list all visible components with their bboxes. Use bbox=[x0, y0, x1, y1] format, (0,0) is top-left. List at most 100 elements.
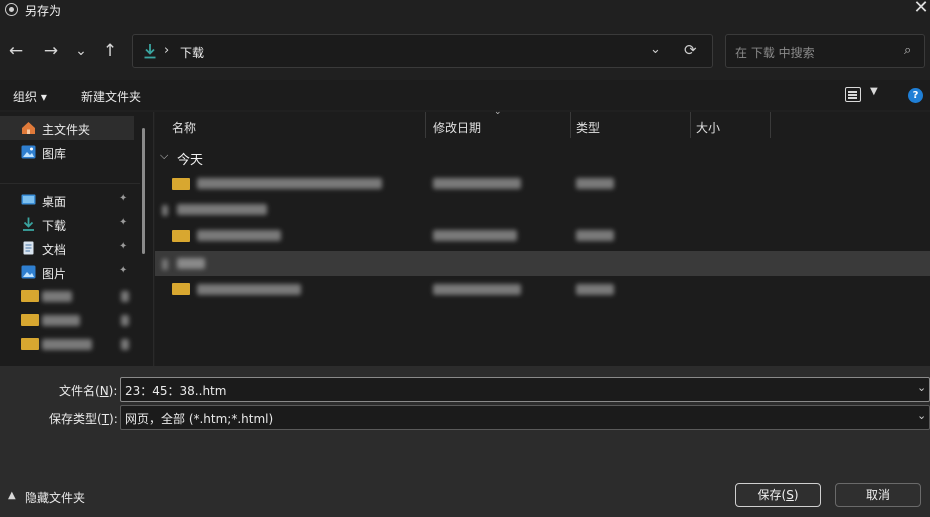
column-header-name[interactable]: 名称 bbox=[172, 119, 196, 136]
sidebar-item-label: 文档 bbox=[42, 243, 67, 257]
folder-icon bbox=[172, 178, 190, 190]
redacted-date bbox=[433, 178, 521, 189]
home-icon bbox=[22, 122, 35, 134]
file-list[interactable]: 名称 修改日期 ⌄ 类型 大小 ⌵ 今天 bbox=[155, 107, 930, 366]
pin-icon: ✦ bbox=[119, 265, 128, 276]
redacted-group-label bbox=[177, 258, 205, 269]
filename-value[interactable]: 23：45：38..htm bbox=[125, 382, 226, 399]
redacted-type bbox=[576, 230, 614, 241]
address-dropdown-button[interactable]: ⌄ bbox=[650, 42, 661, 57]
column-header-size[interactable]: 大小 bbox=[696, 119, 720, 136]
download-icon bbox=[23, 217, 34, 231]
redacted-label bbox=[42, 339, 92, 350]
pin-icon: ✦ bbox=[119, 193, 128, 204]
redacted-label bbox=[42, 315, 80, 326]
sidebar-scrollbar[interactable] bbox=[142, 128, 145, 254]
group-header-selected[interactable] bbox=[155, 251, 930, 276]
breadcrumb-location[interactable]: 下载 bbox=[180, 44, 204, 61]
sort-caret-icon: ⌄ bbox=[494, 107, 502, 117]
document-icon bbox=[23, 241, 34, 255]
sidebar-item-pictures[interactable]: 图片 ✦ bbox=[0, 260, 134, 284]
redacted-type bbox=[576, 284, 614, 295]
sidebar-item-label: 主文件夹 bbox=[42, 123, 91, 137]
close-button[interactable]: ✕ bbox=[912, 0, 930, 18]
app-icon bbox=[5, 3, 18, 16]
save-button[interactable]: 保存(S) bbox=[735, 483, 821, 507]
address-bar[interactable]: › 下载 ⌄ ⟳ bbox=[132, 34, 713, 68]
pin-icon bbox=[121, 315, 129, 326]
sidebar-item-label: 桌面 bbox=[42, 195, 67, 209]
pin-icon bbox=[121, 339, 129, 350]
download-icon bbox=[144, 44, 156, 59]
help-icon[interactable]: ? bbox=[908, 88, 923, 103]
folder-icon bbox=[21, 314, 39, 326]
organize-menu[interactable]: 组织 ▾ bbox=[13, 88, 47, 105]
redacted-date bbox=[433, 230, 517, 241]
redacted-name bbox=[197, 178, 382, 189]
sidebar-item-label: 下载 bbox=[42, 219, 67, 233]
cancel-button[interactable]: 取消 bbox=[835, 483, 921, 507]
filetype-label: 保存类型(T): bbox=[49, 412, 118, 426]
filename-label: 文件名(N): bbox=[59, 384, 118, 398]
new-folder-button[interactable]: 新建文件夹 bbox=[81, 88, 141, 105]
navigation-pane: 主文件夹 图库 桌面 ✦ 下载 ✦ 文档 ✦ 图片 ✦ bbox=[0, 112, 154, 366]
chevron-up-icon[interactable]: ▲ bbox=[8, 490, 16, 501]
folder-icon bbox=[172, 230, 190, 242]
search-box[interactable]: 在 下载 中搜索 ⌕ bbox=[725, 34, 925, 68]
sidebar-item-home[interactable]: 主文件夹 bbox=[0, 116, 134, 140]
column-header-type[interactable]: 类型 bbox=[576, 119, 600, 136]
forward-button[interactable]: → bbox=[40, 40, 62, 62]
sidebar-item-redacted-folder[interactable] bbox=[0, 308, 134, 332]
up-button[interactable]: ↑ bbox=[99, 40, 121, 62]
group-collapse-icon bbox=[162, 205, 168, 216]
sidebar-item-documents[interactable]: 文档 ✦ bbox=[0, 236, 134, 260]
pin-icon: ✦ bbox=[119, 241, 128, 252]
sidebar-item-desktop[interactable]: 桌面 ✦ bbox=[0, 188, 134, 212]
chevron-down-icon[interactable]: ⌄ bbox=[917, 381, 926, 394]
title-bar: 另存为 ✕ bbox=[0, 0, 930, 20]
column-header-modified[interactable]: 修改日期 bbox=[433, 119, 481, 136]
chevron-down-icon[interactable]: ⌄ bbox=[917, 409, 926, 422]
column-separator[interactable] bbox=[425, 112, 426, 138]
column-separator[interactable] bbox=[770, 112, 771, 138]
filename-field[interactable]: 23：45：38..htm ⌄ bbox=[120, 377, 930, 402]
column-separator[interactable] bbox=[570, 112, 571, 138]
filetype-select[interactable]: 网页，全部 (*.htm;*.html) ⌄ bbox=[120, 405, 930, 430]
search-placeholder: 在 下载 中搜索 bbox=[735, 46, 815, 60]
hide-folders-toggle[interactable]: 隐藏文件夹 bbox=[25, 489, 85, 506]
folder-icon bbox=[21, 290, 39, 302]
redacted-type bbox=[576, 178, 614, 189]
sidebar-item-label: 图库 bbox=[42, 147, 67, 161]
folder-icon bbox=[172, 283, 190, 295]
sidebar-item-downloads[interactable]: 下载 ✦ bbox=[0, 212, 134, 236]
search-icon: ⌕ bbox=[904, 43, 912, 58]
sidebar-item-gallery[interactable]: 图库 bbox=[0, 140, 134, 164]
view-details-icon[interactable] bbox=[845, 87, 861, 102]
view-options-caret-icon[interactable]: ▼ bbox=[870, 86, 878, 97]
sidebar-divider bbox=[0, 183, 140, 184]
redacted-name bbox=[197, 230, 281, 241]
breadcrumb-separator: › bbox=[164, 43, 170, 58]
window-title: 另存为 bbox=[25, 4, 62, 18]
desktop-icon bbox=[21, 194, 36, 205]
command-bar: 组织 ▾ 新建文件夹 ▼ ? bbox=[0, 80, 930, 110]
recent-locations-button[interactable]: ⌄ bbox=[70, 40, 92, 62]
save-as-dialog: 另存为 ✕ ← → ⌄ ↑ › 下载 ⌄ ⟳ 在 下载 中搜索 ⌕ 组织 ▾ 新… bbox=[0, 0, 930, 517]
pictures-icon bbox=[21, 265, 36, 279]
column-separator[interactable] bbox=[690, 112, 691, 138]
refresh-button[interactable]: ⟳ bbox=[684, 41, 697, 59]
sidebar-item-label: 图片 bbox=[42, 267, 67, 281]
redacted-label bbox=[42, 291, 72, 302]
sidebar-item-redacted-folder[interactable] bbox=[0, 284, 134, 308]
back-button[interactable]: ← bbox=[5, 40, 27, 62]
group-header-today[interactable]: 今天 bbox=[177, 149, 203, 168]
redacted-name bbox=[197, 284, 301, 295]
pin-icon bbox=[121, 291, 129, 302]
pane-divider[interactable] bbox=[153, 112, 154, 366]
redacted-date bbox=[433, 284, 521, 295]
group-collapse-icon bbox=[162, 259, 168, 270]
sidebar-item-redacted-folder[interactable] bbox=[0, 332, 134, 356]
filetype-value: 网页，全部 (*.htm;*.html) bbox=[125, 412, 274, 426]
redacted-group-label bbox=[177, 204, 267, 215]
group-collapse-icon[interactable]: ⌵ bbox=[160, 149, 168, 163]
